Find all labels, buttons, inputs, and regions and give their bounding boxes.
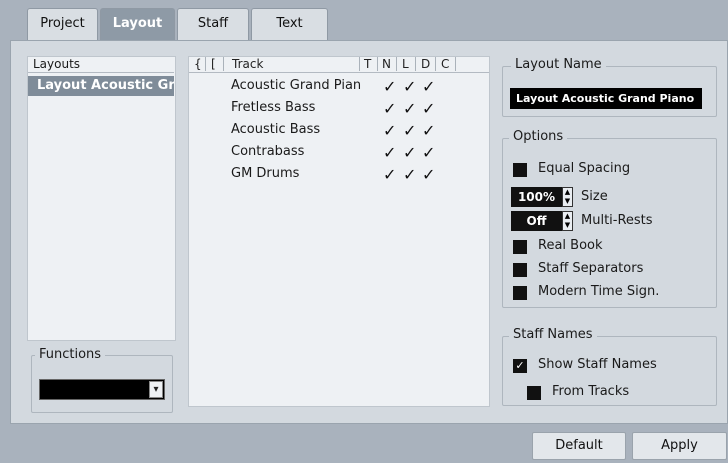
check-icon[interactable]: ✓	[383, 143, 396, 162]
multi-rests-label: Multi-Rests	[581, 213, 653, 228]
check-icon[interactable]: ✓	[403, 143, 416, 162]
tab-project[interactable]: Project	[27, 8, 98, 40]
table-row[interactable]: Contrabass ✓ ✓ ✓	[189, 143, 489, 165]
real-book-label: Real Book	[538, 238, 603, 253]
functions-title: Functions	[35, 347, 106, 362]
check-icon[interactable]: ✓	[403, 77, 416, 96]
multi-rests-stepper[interactable]: ▲ ▼	[562, 211, 573, 231]
size-label: Size	[581, 189, 608, 204]
tab-layout[interactable]: Layout	[100, 8, 175, 41]
column-separator	[223, 57, 224, 71]
staff-separators-checkbox[interactable]	[513, 263, 527, 277]
check-icon[interactable]: ✓	[403, 99, 416, 118]
column-separator	[415, 57, 416, 71]
column-separator	[396, 57, 397, 71]
check-icon[interactable]: ✓	[422, 99, 435, 118]
check-icon[interactable]: ✓	[383, 77, 396, 96]
col-c-header: C	[441, 57, 450, 71]
table-row[interactable]: Fretless Bass ✓ ✓ ✓	[189, 99, 489, 121]
tab-staff[interactable]: Staff	[177, 8, 249, 40]
check-icon[interactable]: ✓	[383, 99, 396, 118]
track-name: Acoustic Grand Pian	[231, 78, 362, 93]
col-d-header: D	[421, 57, 431, 71]
col-bracket-header: [	[211, 57, 216, 71]
column-separator	[435, 57, 436, 71]
size-stepper[interactable]: ▲ ▼	[562, 187, 573, 207]
track-name: Fretless Bass	[231, 100, 316, 115]
column-separator	[359, 57, 360, 71]
show-staff-names-checkbox[interactable]: ✓	[513, 359, 527, 373]
layouts-list-item[interactable]: Layout Acoustic Gra	[28, 76, 174, 96]
options-title: Options	[509, 129, 568, 144]
check-icon[interactable]: ✓	[383, 165, 396, 184]
check-icon[interactable]: ✓	[383, 121, 396, 140]
chevron-down-icon[interactable]: ▾	[149, 381, 163, 398]
show-staff-names-label: Show Staff Names	[538, 357, 657, 372]
check-icon[interactable]: ✓	[422, 165, 435, 184]
track-name: Contrabass	[231, 144, 305, 159]
col-brace-header: {	[194, 57, 202, 71]
track-name: GM Drums	[231, 166, 300, 181]
staff-separators-label: Staff Separators	[538, 261, 644, 276]
column-separator	[377, 57, 378, 71]
col-l-header: L	[402, 57, 409, 71]
from-tracks-checkbox[interactable]	[527, 386, 541, 400]
modern-time-checkbox[interactable]	[513, 286, 527, 300]
table-row[interactable]: Acoustic Grand Pian ✓ ✓ ✓	[189, 77, 489, 99]
check-icon[interactable]: ✓	[403, 165, 416, 184]
multi-rests-value[interactable]: Off	[511, 211, 562, 231]
check-icon[interactable]: ✓	[422, 143, 435, 162]
equal-spacing-label: Equal Spacing	[538, 161, 631, 176]
table-row[interactable]: GM Drums ✓ ✓ ✓	[189, 165, 489, 187]
equal-spacing-checkbox[interactable]	[513, 163, 527, 177]
col-track-header: Track	[232, 57, 264, 71]
check-icon[interactable]: ✓	[403, 121, 416, 140]
check-icon[interactable]: ✓	[422, 121, 435, 140]
table-header-line	[189, 72, 489, 73]
default-button[interactable]: Default	[532, 432, 626, 460]
from-tracks-label: From Tracks	[552, 384, 630, 399]
column-separator	[455, 57, 456, 71]
col-t-header: T	[364, 57, 372, 71]
check-icon[interactable]: ✓	[422, 77, 435, 96]
layouts-header-line	[28, 57, 174, 73]
col-n-header: N	[382, 57, 391, 71]
tab-text[interactable]: Text	[251, 8, 328, 40]
staff-names-title: Staff Names	[509, 327, 597, 342]
functions-dropdown[interactable]: ▾	[39, 379, 165, 400]
layout-settings-panel: Layouts Layout Acoustic Gra Functions ▾ …	[10, 40, 728, 424]
apply-button[interactable]: Apply	[632, 432, 727, 460]
layouts-list[interactable]	[27, 56, 176, 341]
column-separator	[205, 57, 206, 71]
real-book-checkbox[interactable]	[513, 240, 527, 254]
layout-name-title: Layout Name	[511, 57, 606, 72]
track-name: Acoustic Bass	[231, 122, 321, 137]
table-row[interactable]: Acoustic Bass ✓ ✓ ✓	[189, 121, 489, 143]
layout-name-field[interactable]: Layout Acoustic Grand Piano	[510, 88, 702, 109]
size-value[interactable]: 100%	[511, 187, 562, 207]
modern-time-label: Modern Time Sign.	[538, 284, 660, 299]
